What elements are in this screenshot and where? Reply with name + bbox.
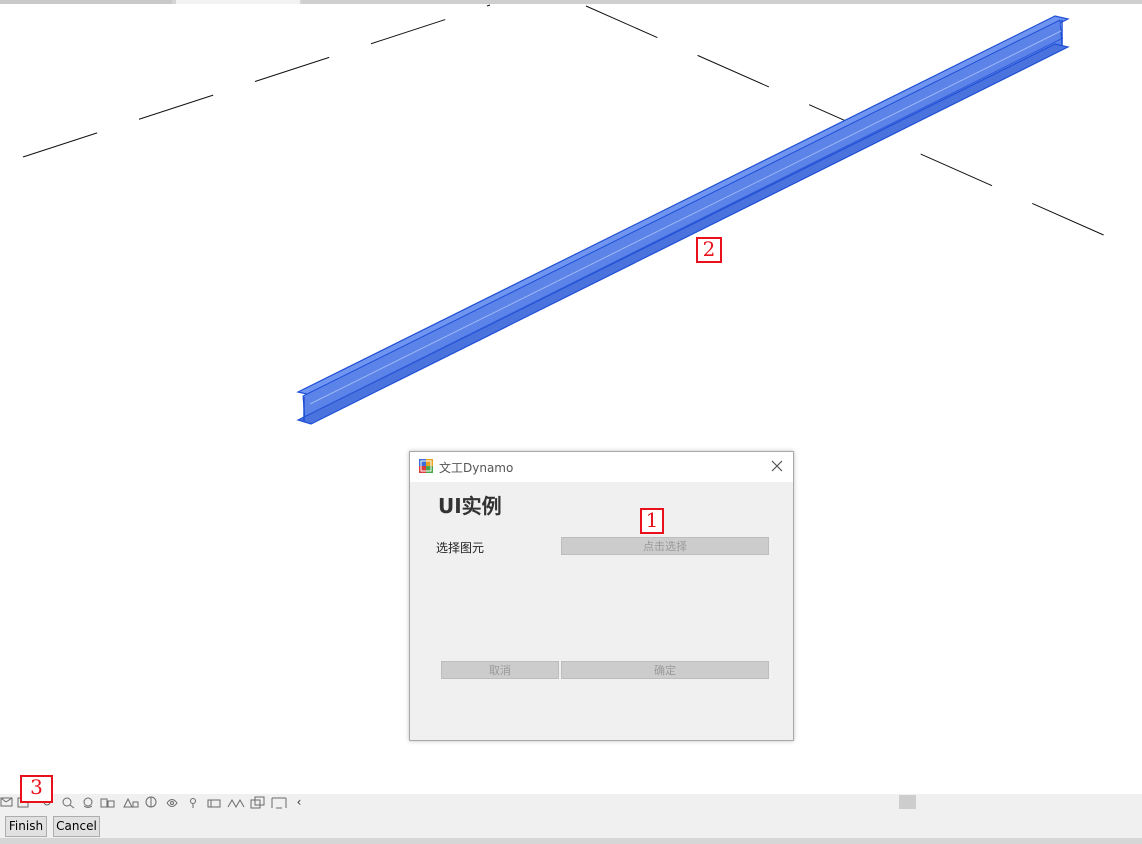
scroll-left-arrow[interactable]: ‹ bbox=[294, 794, 304, 810]
edit-mode-bar: Finish Cancel bbox=[0, 810, 1142, 844]
tool-icon-1[interactable] bbox=[0, 797, 13, 807]
status-bar-strip bbox=[0, 838, 1142, 844]
close-icon[interactable] bbox=[769, 458, 785, 474]
dialog-titlebar[interactable]: 文工Dynamo bbox=[410, 452, 793, 482]
beam-bottom-flange bbox=[296, 43, 1070, 425]
annotation-callout-3: 3 bbox=[20, 775, 53, 803]
tool-icon-11[interactable] bbox=[207, 799, 221, 808]
app-window-icon bbox=[419, 459, 433, 473]
cancel-button[interactable]: Cancel bbox=[53, 816, 100, 837]
beam-shadow-line bbox=[309, 37, 1064, 415]
dialog-ok-button[interactable]: 确定 bbox=[561, 661, 769, 679]
tool-icon-9[interactable] bbox=[166, 799, 178, 807]
select-element-label: 选择图元 bbox=[436, 541, 485, 555]
annotation-callout-2: 2 bbox=[696, 237, 722, 263]
annotation-callout-1: 1 bbox=[640, 508, 664, 534]
dialog-cancel-button[interactable]: 取消 bbox=[441, 661, 559, 679]
steel-beam[interactable] bbox=[296, 15, 1070, 425]
tool-icon-5[interactable] bbox=[83, 797, 93, 808]
pick-element-button[interactable]: 点击选择 bbox=[561, 537, 769, 555]
tool-icon-14[interactable] bbox=[271, 797, 287, 809]
beam-highlight-line bbox=[309, 29, 1064, 405]
revit-3d-viewport[interactable]: 2 文工Dynamo UI实例 选择图元 点击选择 取消 确定 1 ‹ 3 Fi… bbox=[0, 0, 1142, 844]
dialog-title: 文工Dynamo bbox=[439, 461, 514, 475]
reference-grid-lines bbox=[22, 4, 1142, 253]
finish-button[interactable]: Finish bbox=[5, 816, 47, 837]
dialog-heading: UI实例 bbox=[438, 494, 502, 518]
view-control-bar: ‹ bbox=[0, 794, 1142, 810]
tool-icon-8[interactable] bbox=[145, 796, 157, 808]
tool-icon-6[interactable] bbox=[100, 798, 115, 808]
tool-icon-13[interactable] bbox=[250, 796, 265, 809]
grid-line-a bbox=[22, 4, 491, 158]
tool-icon-10[interactable] bbox=[190, 798, 196, 809]
tool-icon-12[interactable] bbox=[227, 798, 245, 809]
horizontal-scrollbar-thumb[interactable] bbox=[899, 795, 916, 809]
tool-icon-7[interactable] bbox=[123, 797, 139, 808]
tool-icon-4[interactable] bbox=[62, 797, 75, 809]
dynamo-dialog[interactable]: 文工Dynamo UI实例 选择图元 点击选择 取消 确定 bbox=[409, 451, 794, 741]
